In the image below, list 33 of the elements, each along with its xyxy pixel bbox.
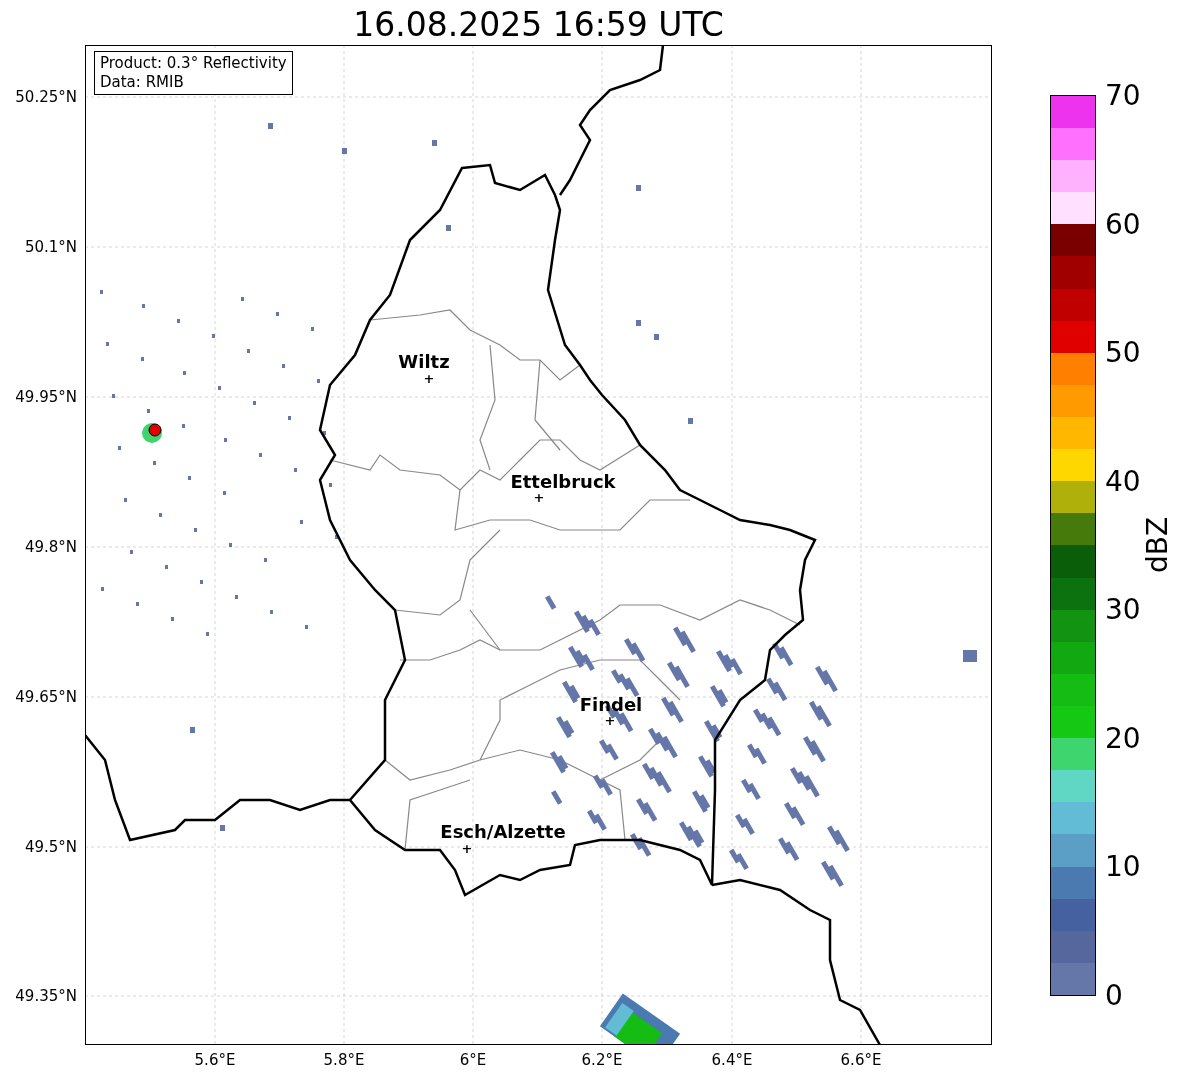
city-label: Ettelbruck: [510, 472, 616, 492]
colorbar-tick-label: 30: [1105, 595, 1141, 626]
city-label: Findel: [579, 695, 643, 715]
colorbar-tick-label: 70: [1105, 81, 1141, 111]
plot-title: 16.08.2025 16:59 UTC: [353, 4, 724, 46]
colorbar-tick-label: 0: [1105, 981, 1123, 1011]
city-label: Wiltz: [398, 352, 450, 372]
legend-text: Data: RMIB: [100, 73, 185, 92]
city-marker: +: [604, 713, 616, 727]
colorbar-tick-label: 40: [1105, 466, 1141, 497]
colorbar-tick-label: 20: [1105, 723, 1141, 754]
city-marker: +: [423, 371, 435, 385]
x-tick-label: 5.6°E: [194, 1051, 236, 1069]
legend-text: Product: 0.3° Reflectivity: [100, 54, 287, 73]
x-tick-label: 6°E: [459, 1051, 487, 1069]
city-marker: +: [533, 490, 545, 504]
y-tick-label: 49.5°N: [24, 838, 77, 856]
x-tick-label: 6.2°E: [581, 1051, 623, 1069]
city-marker: +: [461, 841, 473, 855]
city-label: Esch/Alzette: [440, 822, 566, 842]
y-tick-label: 49.8°N: [24, 538, 77, 556]
colorbar-tick-label: 50: [1105, 338, 1141, 369]
x-tick-label: 6.4°E: [711, 1051, 753, 1069]
y-tick-label: 49.35°N: [15, 987, 77, 1005]
y-tick-label: 49.65°N: [15, 688, 77, 706]
y-tick-label: 49.95°N: [15, 388, 77, 406]
colorbar-tick-label: 10: [1105, 852, 1141, 883]
colorbar-label: dBZ: [1143, 516, 1174, 574]
x-tick-label: 5.8°E: [323, 1051, 365, 1069]
y-tick-label: 50.25°N: [15, 88, 77, 106]
colorbar-tick-label: 60: [1105, 209, 1141, 240]
x-tick-label: 6.6°E: [840, 1051, 882, 1069]
y-tick-label: 50.1°N: [24, 238, 77, 256]
